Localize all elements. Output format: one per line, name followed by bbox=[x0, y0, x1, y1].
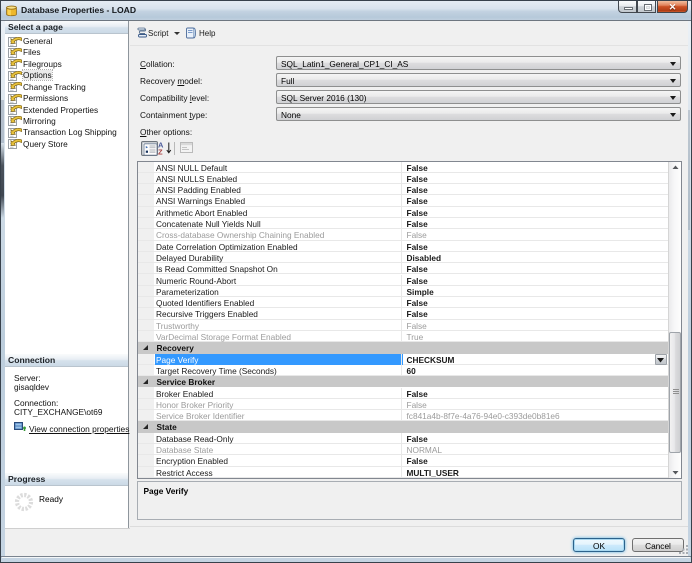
svg-text:Z: Z bbox=[158, 148, 163, 156]
